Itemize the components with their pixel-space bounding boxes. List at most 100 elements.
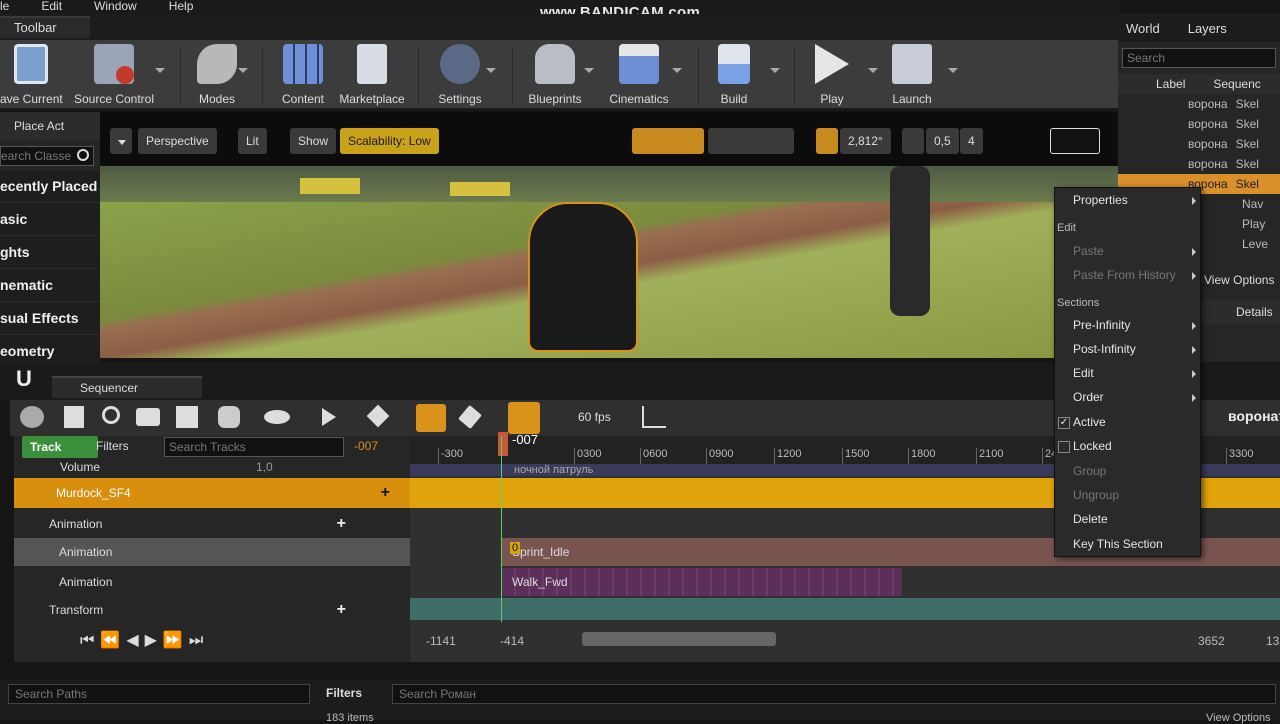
- viewport-options-button[interactable]: [110, 128, 132, 154]
- curve-editor-icon[interactable]: [642, 406, 666, 428]
- column-label[interactable]: Label: [1156, 77, 1185, 91]
- settings-button[interactable]: Settings: [430, 44, 490, 108]
- menu-post-infinity[interactable]: Post-Infinity: [1073, 342, 1136, 356]
- clapper-icon[interactable]: [176, 406, 198, 428]
- blueprints-button[interactable]: Blueprints: [522, 44, 588, 108]
- track-animation[interactable]: Animation: [14, 568, 410, 596]
- scale-snap-icon[interactable]: [902, 128, 924, 154]
- category-basic[interactable]: asic: [0, 203, 100, 236]
- menu-properties[interactable]: Properties: [1073, 193, 1128, 207]
- save-current-button[interactable]: ave Current: [0, 44, 63, 108]
- range-view-end[interactable]: 3652: [1198, 634, 1225, 648]
- tab-layers[interactable]: Layers: [1188, 21, 1227, 36]
- scalability-button[interactable]: Scalability: Low: [340, 128, 439, 154]
- menu-delete[interactable]: Delete: [1073, 512, 1108, 526]
- track-murdock[interactable]: Murdock_SF4 +: [14, 478, 410, 508]
- add-icon[interactable]: +: [381, 478, 390, 508]
- character-figure[interactable]: [528, 202, 638, 352]
- range-end[interactable]: 13: [1266, 634, 1279, 648]
- view-options-button[interactable]: View Options: [1206, 712, 1271, 724]
- layout-button[interactable]: [1050, 128, 1100, 154]
- add-icon[interactable]: +: [337, 596, 346, 624]
- track-search-input[interactable]: Search Tracks: [164, 437, 344, 457]
- scale-snap-value[interactable]: 0,5: [926, 128, 959, 154]
- menu-file[interactable]: le: [0, 0, 9, 14]
- build-button[interactable]: Build: [708, 44, 760, 108]
- chevron-down-icon[interactable]: [868, 68, 878, 73]
- add-actor-icon[interactable]: [64, 406, 84, 428]
- outliner-row[interactable]: ворона Skel: [1118, 114, 1280, 134]
- rotate-snap-value[interactable]: 2,812°: [840, 128, 891, 154]
- chevron-down-icon[interactable]: [770, 68, 780, 73]
- actor-breadcrumb[interactable]: воронат: [1228, 408, 1280, 424]
- fps-selector[interactable]: 60 fps: [578, 410, 611, 424]
- content-button[interactable]: Content: [274, 44, 332, 108]
- chevron-down-icon[interactable]: [238, 68, 248, 73]
- auto-key-icon[interactable]: [416, 404, 446, 432]
- category-recently-placed[interactable]: ecently Placed: [0, 170, 100, 203]
- menu-key-this-section[interactable]: Key This Section: [1073, 537, 1163, 551]
- modes-button[interactable]: Modes: [190, 44, 244, 108]
- range-start[interactable]: -1141: [426, 634, 456, 648]
- play-icon[interactable]: [322, 408, 336, 426]
- asset-search-input[interactable]: Search Роман: [392, 684, 1276, 704]
- chevron-down-icon[interactable]: [584, 68, 594, 73]
- source-control-button[interactable]: Source Control: [70, 44, 158, 108]
- outliner-row[interactable]: ворона Skel: [1118, 134, 1280, 154]
- play-button[interactable]: Play: [806, 44, 858, 108]
- range-view-start[interactable]: -414: [500, 634, 524, 648]
- menu-edit[interactable]: Edit: [1073, 366, 1094, 380]
- eye-icon[interactable]: [264, 410, 290, 424]
- track-volume[interactable]: Volume 1,0: [14, 460, 410, 476]
- perspective-button[interactable]: Perspective: [138, 128, 217, 154]
- track-animation[interactable]: Animation: [14, 538, 410, 566]
- locked-checkbox[interactable]: [1058, 441, 1070, 453]
- pencil-icon[interactable]: [458, 404, 482, 430]
- menu-paste[interactable]: Paste: [1073, 244, 1104, 258]
- outliner-row[interactable]: ворона Skel: [1118, 154, 1280, 174]
- chevron-down-icon[interactable]: [672, 68, 682, 73]
- add-track-button[interactable]: Track: [22, 436, 98, 458]
- tab-world[interactable]: World: [1126, 21, 1160, 36]
- camera-speed-button[interactable]: 4: [960, 128, 983, 154]
- chevron-down-icon[interactable]: [948, 68, 958, 73]
- snap-grid-group[interactable]: [708, 128, 794, 154]
- menu-help[interactable]: Help: [169, 0, 194, 14]
- category-cinematic[interactable]: nematic: [0, 269, 100, 302]
- lit-button[interactable]: Lit: [238, 128, 267, 154]
- menu-locked[interactable]: Locked: [1073, 439, 1112, 453]
- track-transform[interactable]: Transform +: [14, 596, 410, 624]
- panel-title[interactable]: Place Act: [0, 112, 100, 140]
- search-icon[interactable]: [77, 149, 89, 161]
- search-paths-input[interactable]: Search Paths: [8, 684, 310, 704]
- menu-paste-history[interactable]: Paste From History: [1073, 268, 1176, 282]
- tab-toolbar[interactable]: Toolbar: [0, 16, 90, 38]
- marketplace-button[interactable]: Marketplace: [334, 44, 410, 108]
- show-button[interactable]: Show: [290, 128, 337, 154]
- outliner-search-input[interactable]: Search: [1122, 48, 1276, 68]
- current-frame[interactable]: -007: [354, 439, 378, 453]
- active-checkbox[interactable]: ✓: [1058, 417, 1070, 429]
- menu-active[interactable]: Active: [1073, 415, 1106, 429]
- menu-group[interactable]: Group: [1073, 464, 1106, 478]
- search-icon[interactable]: [102, 406, 120, 424]
- menu-edit[interactable]: Edit: [41, 0, 62, 14]
- category-lights[interactable]: ghts: [0, 236, 100, 269]
- playback-controls[interactable]: ⏮⏪◀▶⏩⏭: [80, 630, 350, 654]
- playhead[interactable]: [498, 432, 508, 456]
- menu-order[interactable]: Order: [1073, 390, 1104, 404]
- chevron-down-icon[interactable]: [155, 68, 165, 73]
- menu-ungroup[interactable]: Ungroup: [1073, 488, 1119, 502]
- timeline-scrollbar[interactable]: [582, 632, 776, 646]
- wrench-icon[interactable]: [218, 406, 240, 428]
- track-animation-parent[interactable]: Animation +: [14, 510, 410, 538]
- filters-button[interactable]: Filters: [96, 439, 129, 453]
- add-icon[interactable]: +: [337, 510, 346, 538]
- world-icon[interactable]: [20, 406, 44, 428]
- transform-bar[interactable]: [410, 598, 1280, 620]
- rotate-snap-icon[interactable]: [816, 128, 838, 154]
- key-icon[interactable]: [366, 404, 390, 428]
- camera-icon[interactable]: [136, 408, 160, 426]
- walk-fwd-section[interactable]: Walk_Fwd: [502, 568, 902, 596]
- transform-tools-group[interactable]: [632, 128, 704, 154]
